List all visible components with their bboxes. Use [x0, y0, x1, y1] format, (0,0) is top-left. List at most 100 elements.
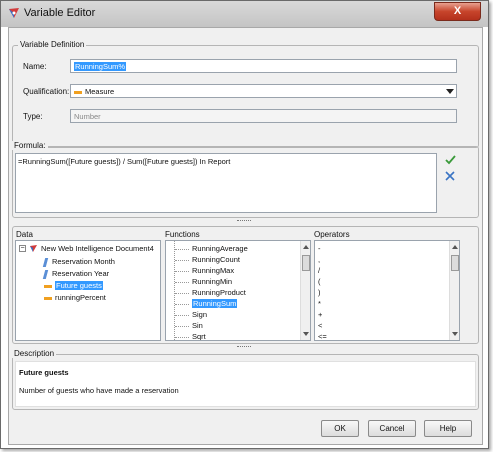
data-item-label: Reservation Year: [52, 269, 110, 278]
function-item-label: RunningMax: [192, 266, 235, 275]
data-item[interactable]: Reservation Year: [42, 269, 110, 279]
operator-item[interactable]: /: [318, 266, 320, 275]
tree-connector: [175, 315, 189, 316]
function-item-label: RunningProduct: [192, 288, 246, 297]
operator-item[interactable]: -: [318, 244, 321, 253]
tree-connector: [175, 249, 189, 250]
dimension-icon: [42, 269, 49, 279]
document-icon: [30, 245, 37, 252]
function-item[interactable]: RunningCount: [175, 255, 240, 264]
scroll-up-icon[interactable]: [303, 245, 309, 249]
data-tree[interactable]: − New Web Intelligence Document4 Reserva…: [15, 240, 161, 341]
scroll-thumb[interactable]: [451, 255, 459, 271]
data-legend: Data: [16, 230, 33, 239]
scroll-down-icon[interactable]: [452, 332, 458, 336]
cancel-button[interactable]: Cancel: [368, 420, 416, 437]
type-label: Type:: [23, 112, 43, 121]
functions-scrollbar[interactable]: [300, 241, 310, 340]
type-value: Number: [74, 112, 101, 121]
tree-connector: [175, 271, 189, 272]
scroll-up-icon[interactable]: [452, 245, 458, 249]
name-label: Name:: [23, 62, 47, 71]
window-title: Variable Editor: [24, 7, 96, 19]
x-icon[interactable]: [445, 171, 455, 181]
name-input[interactable]: RunningSum%: [70, 59, 457, 73]
function-item[interactable]: Sqrt: [175, 332, 206, 341]
operators-legend: Operators: [314, 230, 350, 239]
tree-connector: [175, 293, 189, 294]
function-item[interactable]: RunningMax: [175, 266, 235, 275]
collapse-icon[interactable]: −: [19, 245, 26, 252]
function-item[interactable]: RunningSum: [175, 299, 238, 308]
functions-legend: Functions: [165, 230, 200, 239]
dialog-body: Variable Definition Name: RunningSum% Qu…: [8, 27, 483, 445]
tree-connector: [175, 282, 189, 283]
ok-button[interactable]: OK: [321, 420, 359, 437]
data-item-label: runningPercent: [55, 293, 106, 302]
close-button[interactable]: X: [434, 2, 481, 21]
app-icon: [9, 8, 19, 18]
data-root[interactable]: New Web Intelligence Document4: [41, 244, 154, 253]
help-button[interactable]: Help: [424, 420, 472, 437]
qualification-value: Measure: [85, 87, 115, 96]
scroll-thumb[interactable]: [302, 255, 310, 271]
operators-list[interactable]: -, / () * + < <=: [314, 240, 460, 341]
functions-list[interactable]: RunningAverage RunningCount RunningMax Runn…: [165, 240, 311, 341]
formula-legend: Formula:: [12, 141, 48, 150]
chevron-down-icon[interactable]: [446, 89, 454, 94]
measure-icon: [74, 90, 82, 94]
qualification-label: Qualification:: [23, 87, 70, 96]
function-item-label: RunningCount: [192, 255, 240, 264]
tree-connector: [175, 337, 189, 338]
variable-definition-group: Variable Definition Name: RunningSum% Qu…: [12, 40, 479, 148]
function-item[interactable]: RunningAverage: [175, 244, 248, 253]
variable-definition-legend: Variable Definition: [18, 40, 87, 49]
function-item-label: Sin: [192, 321, 203, 330]
tree-connector: [175, 326, 189, 327]
measure-icon: [44, 296, 52, 300]
function-item[interactable]: RunningProduct: [175, 288, 246, 297]
data-item-label: Reservation Month: [52, 257, 115, 266]
dimension-icon: [42, 257, 49, 267]
title-bar[interactable]: Variable Editor X: [1, 1, 488, 27]
tree-connector: [175, 304, 189, 305]
operator-item[interactable]: (: [318, 277, 321, 286]
function-item-label: RunningAverage: [192, 244, 248, 253]
operator-item[interactable]: +: [318, 310, 322, 319]
scroll-down-icon[interactable]: [303, 332, 309, 336]
description-panel: Future guests Number of guests who have …: [15, 361, 476, 407]
operator-item[interactable]: *: [318, 299, 321, 308]
data-item[interactable]: Reservation Month: [42, 257, 115, 267]
qualification-select[interactable]: Measure: [70, 84, 457, 98]
measure-icon: [44, 284, 52, 288]
data-item[interactable]: runningPercent: [44, 293, 106, 302]
formula-editor[interactable]: =RunningSum([Future guests]) / Sum([Futu…: [15, 153, 437, 213]
description-group: Description Future guests Number of gues…: [12, 349, 479, 410]
function-item[interactable]: Sign: [175, 310, 208, 319]
formula-splitter[interactable]: [237, 220, 251, 222]
formula-text: =RunningSum([Future guests]) / Sum([Futu…: [18, 157, 231, 166]
function-item[interactable]: Sin: [175, 321, 203, 330]
operator-item[interactable]: <: [318, 321, 322, 330]
data-item-label: Future guests: [55, 281, 103, 290]
operator-item[interactable]: ): [318, 288, 321, 297]
browser-splitter[interactable]: [237, 346, 251, 348]
check-icon[interactable]: [445, 154, 456, 165]
function-item-label: Sign: [192, 310, 208, 319]
operator-item[interactable]: ,: [318, 255, 320, 264]
tree-connector: [175, 260, 189, 261]
name-value: RunningSum%: [74, 62, 127, 71]
browser-group: Data Functions Operators − New Web Intel…: [12, 226, 479, 344]
data-item-selected[interactable]: Future guests: [44, 281, 103, 290]
description-legend: Description: [12, 349, 57, 358]
variable-editor-window: Variable Editor X Variable Definition Na…: [0, 0, 489, 449]
function-item[interactable]: RunningMin: [175, 277, 233, 286]
operator-item[interactable]: <=: [318, 332, 327, 340]
description-title: Future guests: [19, 368, 69, 377]
type-field: Number: [70, 109, 457, 123]
operators-scrollbar[interactable]: [449, 241, 459, 340]
description-text: Number of guests who have made a reserva…: [19, 386, 179, 395]
formula-group: Formula: =RunningSum([Future guests]) / …: [12, 141, 479, 218]
function-item-label: RunningMin: [192, 277, 233, 286]
function-item-label: Sqrt: [192, 332, 206, 341]
